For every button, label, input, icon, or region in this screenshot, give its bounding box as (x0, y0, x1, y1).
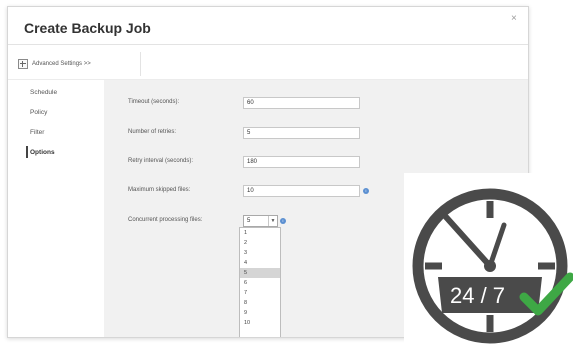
sidebar-item-schedule[interactable]: Schedule (30, 87, 90, 107)
dialog-title: Create Backup Job (24, 20, 151, 36)
timeout-label: Timeout (seconds): (128, 99, 180, 105)
expand-icon (18, 59, 28, 69)
concurrent-files-dropdown: 1 2 3 4 5 6 7 8 9 10 (239, 227, 281, 337)
dropdown-option[interactable]: 2 (240, 238, 280, 248)
concurrent-files-select[interactable]: 5 ▼ (243, 215, 278, 227)
dropdown-option[interactable]: 6 (240, 278, 280, 288)
advanced-settings-toggle[interactable]: Advanced Settings >> (18, 52, 141, 76)
max-skipped-input[interactable]: 10 (243, 185, 360, 197)
retry-interval-label: Retry interval (seconds): (128, 158, 194, 164)
dropdown-option[interactable]: 9 (240, 308, 280, 318)
dropdown-option[interactable]: 8 (240, 298, 280, 308)
title-divider (8, 44, 528, 45)
chevron-down-icon: ▼ (268, 216, 277, 226)
sidebar-item-filter[interactable]: Filter (30, 127, 90, 147)
retries-input[interactable]: 5 (243, 127, 360, 139)
concurrent-files-label: Concurrent processing files: (128, 217, 203, 223)
sidebar-item-options[interactable]: Options (26, 146, 90, 167)
dropdown-option[interactable]: 7 (240, 288, 280, 298)
availability-badge: 24 / 7 (404, 173, 573, 345)
availability-text: 24 / 7 (450, 283, 506, 308)
retries-label: Number of retries: (128, 129, 177, 135)
dropdown-option[interactable]: 4 (240, 258, 280, 268)
dropdown-option-selected[interactable]: 5 (240, 268, 280, 278)
info-icon[interactable]: i (363, 188, 369, 194)
timeout-input[interactable]: 60 (243, 97, 360, 109)
dropdown-option[interactable]: 3 (240, 248, 280, 258)
dropdown-option[interactable]: 1 (240, 228, 280, 238)
info-icon[interactable]: i (280, 218, 286, 224)
sidebar-item-policy[interactable]: Policy (30, 107, 90, 127)
concurrent-files-value: 5 (247, 218, 251, 224)
settings-sidebar: Schedule Policy Filter Options (26, 87, 90, 167)
retry-interval-input[interactable]: 180 (243, 156, 360, 168)
close-icon[interactable]: × (511, 13, 517, 24)
max-skipped-label: Maximum skipped files: (128, 187, 191, 193)
advanced-settings-label: Advanced Settings >> (32, 61, 91, 67)
clock-icon (412, 188, 573, 344)
dropdown-option[interactable]: 10 (240, 318, 280, 328)
